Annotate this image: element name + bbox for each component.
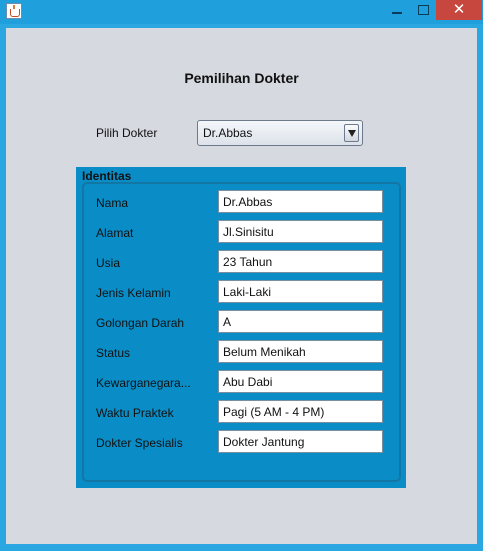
content-pane: Pemilihan Dokter Pilih Dokter Dr.Abbas I…	[6, 28, 477, 544]
name-field[interactable]: Dr.Abbas	[218, 190, 383, 213]
dropdown-arrow-button[interactable]	[344, 124, 359, 142]
marital-status-label: Status	[96, 346, 131, 360]
doctor-select-dropdown[interactable]: Dr.Abbas	[197, 120, 363, 146]
minimize-icon	[392, 12, 402, 14]
java-app-icon	[6, 3, 22, 19]
chevron-down-icon	[348, 130, 356, 137]
close-button[interactable]: ✕	[436, 0, 482, 20]
title-bar[interactable]: ✕	[0, 0, 483, 24]
practice-time-field[interactable]: Pagi (5 AM - 4 PM)	[218, 400, 383, 423]
close-icon: ✕	[452, 0, 466, 18]
practice-time-label: Waktu Praktek	[96, 406, 174, 420]
gender-field[interactable]: Laki-Laki	[218, 280, 383, 303]
name-label: Nama	[96, 196, 129, 210]
specialist-field[interactable]: Dokter Jantung	[218, 430, 383, 453]
nationality-label: Kewarganegara...	[96, 376, 191, 390]
age-label: Usia	[96, 256, 121, 270]
specialist-label: Dokter Spesialis	[96, 436, 183, 450]
identity-panel-title: Identitas	[82, 169, 132, 183]
address-field[interactable]: Jl.Sinisitu	[218, 220, 383, 243]
doctor-select-value: Dr.Abbas	[203, 126, 253, 140]
nationality-field[interactable]: Abu Dabi	[218, 370, 383, 393]
minimize-button[interactable]	[384, 0, 410, 20]
maximize-icon	[418, 5, 429, 15]
icon-cup	[10, 9, 20, 17]
address-label: Alamat	[96, 226, 134, 240]
maximize-button[interactable]	[410, 0, 436, 20]
doctor-select-label: Pilih Dokter	[96, 126, 158, 140]
gender-label: Jenis Kelamin	[96, 286, 171, 300]
page-title: Pemilihan Dokter	[184, 70, 299, 86]
age-field[interactable]: 23 Tahun	[218, 250, 383, 273]
app-window: ✕ Pemilihan Dokter Pilih Dokter Dr.Abbas…	[0, 0, 483, 551]
blood-type-label: Golongan Darah	[96, 316, 185, 330]
marital-status-field[interactable]: Belum Menikah	[218, 340, 383, 363]
blood-type-field[interactable]: A	[218, 310, 383, 333]
